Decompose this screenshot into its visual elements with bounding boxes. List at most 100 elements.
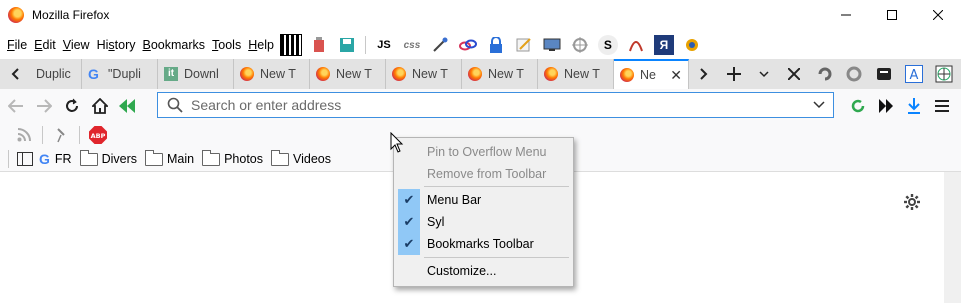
bookmark-folder-divers[interactable]: Divers xyxy=(79,149,137,166)
menu-item-label: Pin to Overflow Menu xyxy=(427,145,547,159)
link-icon[interactable] xyxy=(458,35,478,55)
minimize-button[interactable] xyxy=(823,0,869,30)
undo-icon xyxy=(818,67,832,81)
app-button[interactable] xyxy=(869,59,899,89)
overflow-button[interactable] xyxy=(872,92,900,120)
forward-button[interactable] xyxy=(30,92,58,120)
menu-help[interactable]: Help xyxy=(244,38,277,52)
undo-close-tab-button[interactable] xyxy=(809,59,839,89)
folder-icon xyxy=(271,149,289,166)
maximize-icon xyxy=(887,10,897,20)
checkmark-icon: ✔ xyxy=(398,211,420,233)
bookmark-folder-photos[interactable]: Photos xyxy=(202,149,263,166)
bookmark-fr[interactable]: G FR xyxy=(39,152,72,166)
menu-edit[interactable]: Edit xyxy=(30,38,59,52)
menu-bookmarks[interactable]: Bookmarks xyxy=(139,38,209,52)
close-icon xyxy=(788,68,800,80)
javascript-icon[interactable]: JS xyxy=(374,35,394,55)
menu-item-bookmarks-toolbar[interactable]: ✔ Bookmarks Toolbar xyxy=(396,233,571,255)
yandex-icon[interactable]: Я xyxy=(653,35,674,55)
tab[interactable]: New T xyxy=(538,59,614,89)
menu-item-menu-bar[interactable]: ✔ Menu Bar xyxy=(396,189,571,211)
screenshot-button[interactable] xyxy=(929,59,959,89)
firefox-icon xyxy=(468,67,482,81)
menu-item-label: Bookmarks Toolbar xyxy=(427,237,534,251)
font-button[interactable]: A xyxy=(899,59,929,89)
checkmark-icon: ✔ xyxy=(398,233,420,255)
scroll-tabs-right-button[interactable] xyxy=(689,59,719,89)
tab[interactable]: Duplic xyxy=(30,59,82,89)
adblock-plus-icon[interactable]: ABP xyxy=(88,125,108,145)
tab-label: Downl xyxy=(184,67,219,81)
scroll-tabs-left-button[interactable] xyxy=(0,59,30,89)
tab[interactable]: New T xyxy=(386,59,462,89)
tab[interactable]: New T xyxy=(462,59,538,89)
menu-item-syl[interactable]: ✔ Syl xyxy=(396,211,571,233)
close-window-button[interactable] xyxy=(915,0,961,30)
edit-icon[interactable] xyxy=(514,35,534,55)
green-refresh-button[interactable] xyxy=(844,92,872,120)
lock-icon[interactable] xyxy=(486,35,506,55)
tab[interactable]: G "Dupli xyxy=(82,59,158,89)
address-bar[interactable] xyxy=(157,92,834,118)
open-menu-button[interactable] xyxy=(928,92,956,120)
double-chevron-right-icon xyxy=(879,99,893,113)
menu-view[interactable]: View xyxy=(59,38,93,52)
firefox-icon xyxy=(544,67,558,81)
menu-item-pin-to-overflow[interactable]: Pin to Overflow Menu xyxy=(396,141,571,163)
bookmark-folder-main[interactable]: Main xyxy=(144,149,194,166)
new-tab-button[interactable] xyxy=(719,59,749,89)
bookmark-folder-videos[interactable]: Videos xyxy=(271,149,331,166)
close-tab-icon[interactable]: ✕ xyxy=(670,67,682,84)
tab[interactable]: New T xyxy=(310,59,386,89)
eyedropper-icon[interactable] xyxy=(430,35,450,55)
pin-icon[interactable] xyxy=(51,125,71,145)
window-title: Mozilla Firefox xyxy=(32,8,110,22)
menu-file[interactable]: File xyxy=(3,38,30,52)
crosshair-icon[interactable] xyxy=(570,35,590,55)
css-icon[interactable]: css xyxy=(402,35,422,55)
chevron-down-icon[interactable] xyxy=(813,101,825,109)
pdf-icon[interactable] xyxy=(626,35,646,55)
close-tab-button[interactable] xyxy=(779,59,809,89)
s-icon[interactable]: S xyxy=(597,35,618,55)
sidebar-toggle-icon[interactable] xyxy=(15,149,35,169)
firefox-logo-icon xyxy=(8,7,24,23)
menu-history[interactable]: History xyxy=(93,38,139,52)
minimize-icon xyxy=(841,14,851,16)
tab[interactable]: it Downl xyxy=(158,59,234,89)
menu-separator xyxy=(424,257,569,258)
back-green-button[interactable] xyxy=(114,92,142,120)
menu-tools[interactable]: Tools xyxy=(208,38,244,52)
downloads-button[interactable] xyxy=(900,92,928,120)
menu-item-remove-from-toolbar[interactable]: Remove from Toolbar xyxy=(396,163,571,185)
chevron-left-icon xyxy=(11,68,19,80)
session-button[interactable] xyxy=(839,59,869,89)
bookmark-label: Videos xyxy=(293,152,331,166)
back-button[interactable] xyxy=(2,92,30,120)
menu-item-label: Remove from Toolbar xyxy=(427,167,547,181)
address-input[interactable] xyxy=(189,96,813,114)
tab-active[interactable]: Ne ✕ xyxy=(614,59,689,89)
tab[interactable]: New T xyxy=(234,59,310,89)
bookmark-label: Photos xyxy=(224,152,263,166)
reload-button[interactable] xyxy=(58,92,86,120)
tab-label: New T xyxy=(412,67,448,81)
maximize-button[interactable] xyxy=(869,0,915,30)
qr-code-icon[interactable] xyxy=(279,34,302,56)
save-icon[interactable] xyxy=(337,35,357,55)
letter-a-icon: A xyxy=(905,65,923,83)
google-icon: G xyxy=(88,66,99,82)
bucket-icon[interactable] xyxy=(309,35,329,55)
rss-feed-icon[interactable] xyxy=(14,125,34,145)
tab-strip: Duplic G "Dupli it Downl New T New T New T… xyxy=(0,59,961,89)
home-button[interactable] xyxy=(86,92,114,120)
folder-icon xyxy=(144,149,163,166)
menu-item-customize[interactable]: Customize... xyxy=(396,260,571,282)
settings-extension-icon[interactable] xyxy=(682,35,702,55)
screen-icon[interactable] xyxy=(542,35,562,55)
list-all-tabs-button[interactable] xyxy=(749,59,779,89)
home-icon xyxy=(92,98,108,114)
vertical-scrollbar[interactable] xyxy=(944,172,961,303)
gear-icon[interactable] xyxy=(903,193,921,216)
